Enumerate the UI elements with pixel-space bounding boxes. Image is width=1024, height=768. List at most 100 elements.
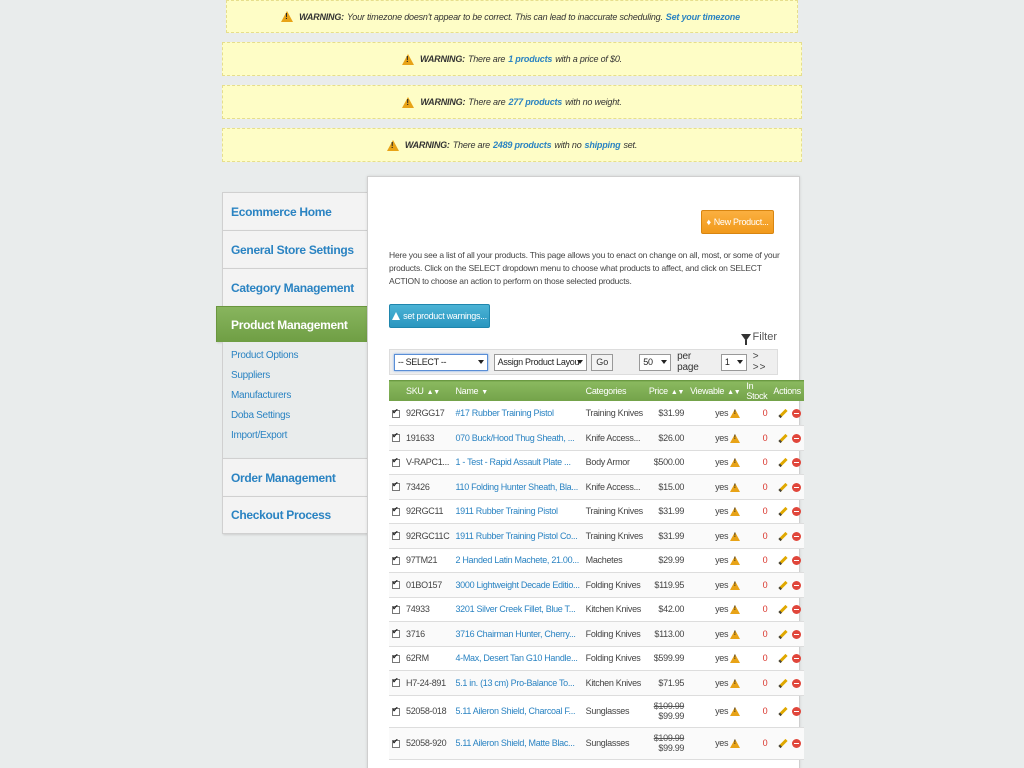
subnav-import-export[interactable]: Import/Export: [231, 430, 368, 450]
sidebar-item-ecommerce-home[interactable]: Ecommerce Home: [222, 192, 368, 230]
warning-icon[interactable]: [730, 629, 741, 639]
delete-icon[interactable]: [792, 531, 802, 541]
product-name-link[interactable]: 4-Max, Desert Tan G10 Handle...: [452, 646, 583, 671]
edit-pencil-icon[interactable]: [778, 629, 788, 639]
product-name-link[interactable]: 070 Buck/Hood Thug Sheath, ...: [452, 425, 583, 451]
delete-icon[interactable]: [792, 580, 802, 590]
col-price[interactable]: Price ▲▼: [645, 380, 688, 401]
page-dropdown[interactable]: 1: [720, 353, 747, 371]
row-checkbox[interactable]: [392, 407, 400, 418]
warning-icon[interactable]: [730, 605, 741, 615]
sidebar-item-order-management[interactable]: Order Management: [222, 458, 368, 496]
set-product-warnings-button[interactable]: set product warnings...: [389, 304, 490, 328]
shipping-link[interactable]: shipping: [585, 140, 621, 150]
row-checkbox[interactable]: [392, 652, 400, 663]
row-checkbox[interactable]: [392, 529, 400, 541]
edit-pencil-icon[interactable]: [778, 654, 788, 664]
products-weight-link[interactable]: 277 products: [508, 97, 562, 107]
row-checkbox[interactable]: [392, 578, 400, 590]
subnav-suppliers[interactable]: Suppliers: [231, 370, 368, 390]
col-viewable[interactable]: Viewable ▲▼: [687, 380, 744, 401]
set-timezone-link[interactable]: Set your timezone: [666, 12, 740, 22]
delete-icon[interactable]: [792, 507, 802, 517]
edit-pencil-icon[interactable]: [778, 580, 788, 590]
delete-icon[interactable]: [792, 629, 802, 639]
row-checkbox[interactable]: [392, 603, 400, 614]
edit-pencil-icon[interactable]: [778, 678, 788, 688]
action-dropdown[interactable]: Assign Product Layou: [493, 353, 588, 371]
warning-icon[interactable]: [730, 409, 741, 419]
edit-pencil-icon[interactable]: [778, 556, 788, 566]
warning-icon[interactable]: [730, 482, 741, 492]
subnav-doba-settings[interactable]: Doba Settings: [231, 410, 368, 430]
product-name-link[interactable]: 1911 Rubber Training Pistol Co...: [452, 523, 583, 549]
delete-icon[interactable]: [792, 458, 802, 468]
edit-pencil-icon[interactable]: [778, 408, 788, 419]
subnav-product-options[interactable]: Product Options: [231, 350, 368, 370]
warning-icon[interactable]: [730, 531, 741, 541]
delete-icon[interactable]: [792, 482, 802, 492]
delete-icon[interactable]: [792, 678, 802, 688]
warning-icon[interactable]: [730, 433, 741, 443]
edit-pencil-icon[interactable]: [778, 482, 788, 492]
sidebar-item-checkout-process[interactable]: Checkout Process: [222, 496, 368, 534]
delete-icon[interactable]: [792, 654, 802, 664]
row-checkbox[interactable]: [392, 431, 400, 443]
col-in-stock[interactable]: In Stock: [743, 380, 771, 401]
warning-icon[interactable]: [730, 707, 741, 717]
delete-icon[interactable]: [792, 409, 802, 419]
edit-pencil-icon[interactable]: [778, 507, 788, 517]
delete-icon[interactable]: [792, 707, 802, 717]
per-page-dropdown[interactable]: 50: [639, 353, 672, 371]
product-name-link[interactable]: 3000 Lightweight Decade Editio...: [452, 572, 583, 598]
sidebar-item-category-management[interactable]: Category Management: [222, 268, 368, 306]
warning-icon[interactable]: [730, 678, 741, 688]
edit-pencil-icon[interactable]: [778, 531, 788, 541]
sidebar-item-product-management[interactable]: Product Management: [216, 306, 374, 342]
delete-icon[interactable]: [792, 605, 802, 615]
warning-icon[interactable]: [730, 556, 741, 566]
warning-icon[interactable]: [730, 654, 741, 664]
edit-pencil-icon[interactable]: [778, 706, 788, 717]
row-checkbox[interactable]: [392, 627, 400, 639]
product-name-link[interactable]: 3716 Chairman Hunter, Cherry...: [452, 621, 583, 647]
select-dropdown[interactable]: -- SELECT --: [394, 353, 488, 371]
row-checkbox[interactable]: [392, 737, 400, 748]
delete-icon[interactable]: [792, 556, 802, 566]
col-name[interactable]: Name ▼: [452, 380, 583, 401]
product-name-link[interactable]: 5.1 in. (13 cm) Pro-Balance To...: [452, 670, 583, 696]
delete-icon[interactable]: [792, 739, 802, 749]
row-checkbox[interactable]: [392, 705, 400, 716]
product-name-link[interactable]: 1 - Test - Rapid Assault Plate ...: [452, 450, 583, 475]
product-name-link[interactable]: 2 Handed Latin Machete, 21.00...: [452, 548, 583, 573]
warning-icon[interactable]: [730, 580, 741, 590]
delete-icon[interactable]: [792, 433, 802, 443]
row-checkbox[interactable]: [392, 505, 400, 516]
warning-icon[interactable]: [730, 507, 741, 517]
products-price-link[interactable]: 1 products: [508, 54, 552, 64]
edit-pencil-icon[interactable]: [778, 605, 788, 615]
row-checkbox[interactable]: [392, 554, 400, 565]
edit-pencil-icon[interactable]: [778, 738, 788, 749]
sidebar-item-general-store-settings[interactable]: General Store Settings: [222, 230, 368, 268]
product-name-link[interactable]: 5.11 Aileron Shield, Charcoal F...: [452, 695, 583, 728]
row-checkbox[interactable]: [392, 676, 400, 688]
col-sku[interactable]: SKU ▲▼: [403, 380, 453, 401]
product-name-link[interactable]: 110 Folding Hunter Sheath, Bla...: [452, 474, 583, 500]
products-shipping-link[interactable]: 2489 products: [493, 140, 552, 150]
edit-pencil-icon[interactable]: [778, 433, 788, 443]
subnav-manufacturers[interactable]: Manufacturers: [231, 390, 368, 410]
edit-pencil-icon[interactable]: [778, 458, 788, 468]
row-checkbox[interactable]: [392, 480, 400, 492]
product-name-link[interactable]: 3201 Silver Creek Fillet, Blue T...: [452, 597, 583, 622]
product-name-link[interactable]: #17 Rubber Training Pistol: [452, 401, 583, 426]
product-name-link[interactable]: 5.11 Aileron Shield, Matte Blac...: [452, 727, 583, 760]
warning-icon[interactable]: [730, 739, 741, 749]
go-button[interactable]: Go: [591, 353, 614, 371]
new-product-button[interactable]: ♦ New Product...: [701, 210, 774, 234]
warning-icon[interactable]: [730, 458, 741, 468]
col-categories[interactable]: Categories: [582, 380, 646, 401]
product-name-link[interactable]: 1911 Rubber Training Pistol: [452, 499, 583, 524]
filter-toggle[interactable]: Filter: [740, 331, 777, 345]
row-checkbox[interactable]: [392, 456, 400, 467]
